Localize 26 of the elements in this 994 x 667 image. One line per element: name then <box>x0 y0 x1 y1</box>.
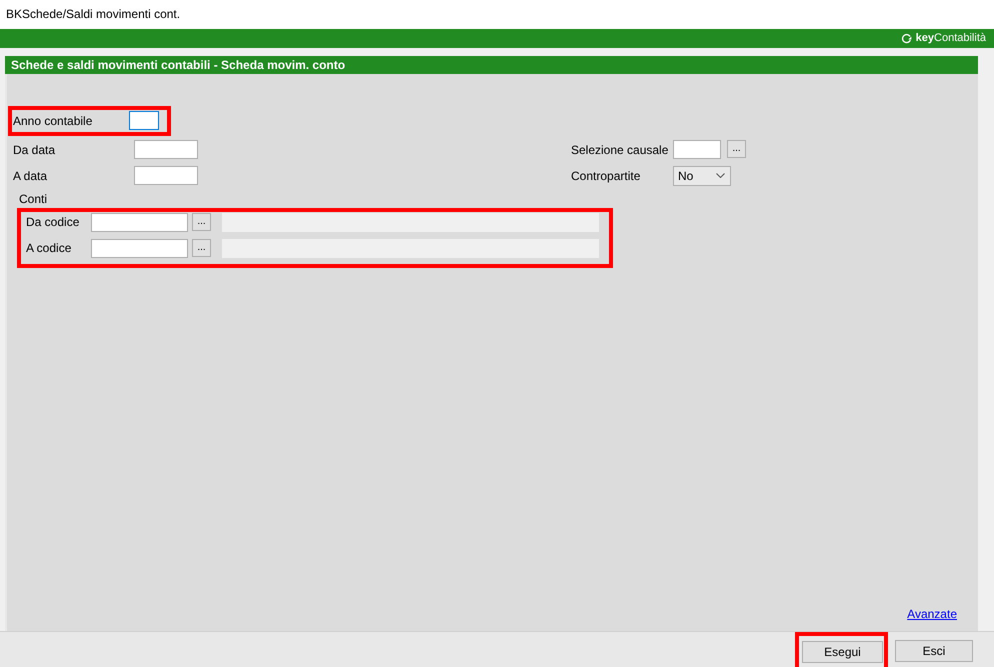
year-field[interactable] <box>129 111 159 130</box>
group-title: Conti <box>19 192 48 208</box>
field-label: Contropartite <box>571 168 642 183</box>
date-field[interactable] <box>134 140 198 159</box>
run-button[interactable]: Esegui <box>802 641 883 663</box>
browse-button[interactable]: ... <box>192 239 211 258</box>
refresh-icon <box>900 32 912 44</box>
brand-logo: keyContabilità <box>916 32 986 44</box>
browse-button[interactable]: ... <box>192 213 211 232</box>
code-field[interactable] <box>91 212 188 232</box>
exit-button[interactable]: Esci <box>895 640 973 662</box>
dropdown[interactable]: No <box>673 166 731 186</box>
panel-title: Schede e saldi movimenti contabili - Scheda movim. conto <box>11 58 346 72</box>
code-field[interactable] <box>673 140 721 159</box>
field-label: Selezione causale <box>571 142 670 157</box>
advanced-link[interactable]: Avanzate <box>907 607 957 621</box>
field-label: Da codice <box>26 215 80 230</box>
field-label: Da data <box>12 142 56 157</box>
window-title: BKSchede/Saldi movimenti cont. <box>6 7 180 22</box>
field-label: A codice <box>26 241 72 256</box>
chevron-down-icon <box>716 173 725 178</box>
field-label: Anno contabile <box>12 114 94 128</box>
browse-button[interactable]: ... <box>727 140 746 158</box>
code-field[interactable] <box>91 238 188 258</box>
date-field[interactable] <box>134 166 198 185</box>
field-label: A data <box>12 168 48 183</box>
